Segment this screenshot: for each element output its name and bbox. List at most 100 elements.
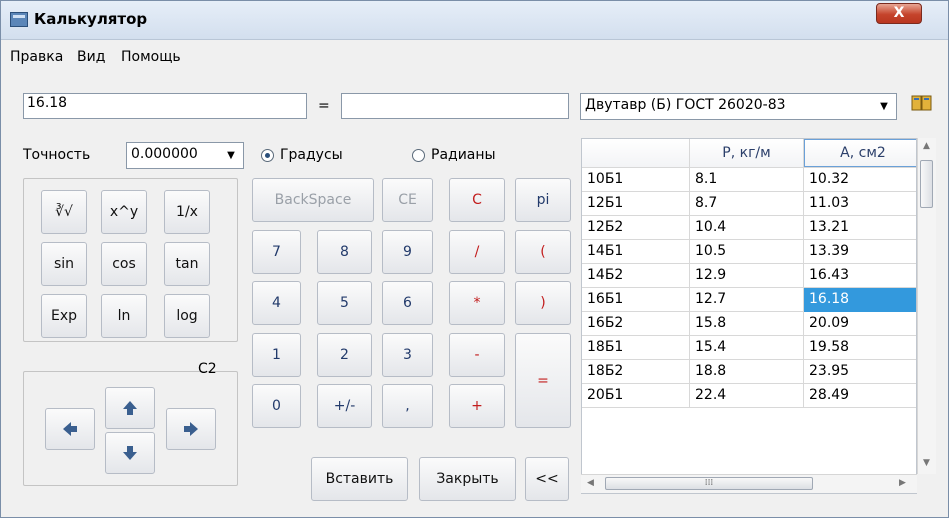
cell-area[interactable]: 11.03 (804, 192, 916, 216)
cell-mass[interactable]: 12.7 (690, 288, 804, 312)
move-down-button[interactable] (105, 432, 155, 474)
cell-mass[interactable]: 22.4 (690, 384, 804, 408)
digit-5-button[interactable]: 5 (317, 281, 372, 325)
clear-button[interactable]: C (449, 178, 505, 222)
column-header-mass[interactable]: P, кг/м (690, 139, 804, 167)
tan-button[interactable]: tan (164, 242, 210, 286)
cell-mass[interactable]: 10.4 (690, 216, 804, 240)
digit-6-button[interactable]: 6 (382, 281, 433, 325)
digit-7-button[interactable]: 7 (252, 230, 301, 274)
table-row[interactable]: 14Б1 10.5 13.39 (582, 240, 916, 264)
collapse-button[interactable]: << (525, 457, 569, 501)
backspace-button[interactable]: BackSpace (252, 178, 374, 222)
cell-profile-name[interactable]: 10Б1 (582, 168, 690, 192)
cell-area[interactable]: 19.58 (804, 336, 916, 360)
scroll-right-icon[interactable]: ▶ (899, 478, 906, 488)
horizontal-scroll-thumb[interactable]: ⁞⁞⁞ (605, 477, 813, 490)
clear-entry-button[interactable]: CE (382, 178, 433, 222)
table-row[interactable]: 18Б1 15.4 19.58 (582, 336, 916, 360)
cell-profile-name[interactable]: 16Б2 (582, 312, 690, 336)
precision-select[interactable]: 0.000000 ▼ (126, 142, 244, 169)
open-paren-button[interactable]: ( (515, 230, 571, 274)
table-row[interactable]: 12Б1 8.7 11.03 (582, 192, 916, 216)
vertical-scroll-thumb[interactable] (920, 160, 933, 208)
scroll-down-icon[interactable]: ▼ (923, 458, 930, 468)
table-row[interactable]: 16Б2 15.8 20.09 (582, 312, 916, 336)
menu-view[interactable]: Вид (77, 49, 105, 65)
cell-area[interactable]: 20.09 (804, 312, 916, 336)
horizontal-scrollbar[interactable]: ◀ ⁞⁞⁞ ▶ (581, 474, 917, 493)
divide-button[interactable]: / (449, 230, 505, 274)
sin-button[interactable]: sin (41, 242, 87, 286)
table-row[interactable]: 20Б1 22.4 28.49 (582, 384, 916, 408)
column-header-name[interactable] (582, 139, 690, 167)
cell-area[interactable]: 23.95 (804, 360, 916, 384)
scroll-up-icon[interactable]: ▲ (923, 141, 930, 151)
digit-3-button[interactable]: 3 (382, 333, 433, 377)
cell-mass[interactable]: 18.8 (690, 360, 804, 384)
close-paren-button[interactable]: ) (515, 281, 571, 325)
result-field[interactable] (341, 93, 569, 119)
table-row[interactable]: 10Б1 8.1 10.32 (582, 168, 916, 192)
exp-button[interactable]: Exp (41, 294, 87, 338)
radio-degrees[interactable]: Градусы (261, 147, 343, 163)
pi-button[interactable]: pi (515, 178, 571, 222)
cell-mass[interactable]: 10.5 (690, 240, 804, 264)
decimal-button[interactable]: , (382, 384, 433, 428)
cell-profile-name[interactable]: 18Б1 (582, 336, 690, 360)
cell-mass[interactable]: 15.8 (690, 312, 804, 336)
cos-button[interactable]: cos (101, 242, 147, 286)
cell-profile-name[interactable]: 20Б1 (582, 384, 690, 408)
digit-1-button[interactable]: 1 (252, 333, 301, 377)
move-up-button[interactable] (105, 387, 155, 429)
cell-area[interactable]: 16.18 (804, 288, 916, 312)
move-left-button[interactable] (45, 408, 95, 450)
cell-profile-name[interactable]: 12Б2 (582, 216, 690, 240)
cell-area[interactable]: 13.21 (804, 216, 916, 240)
plus-button[interactable]: + (449, 384, 505, 428)
log-button[interactable]: log (164, 294, 210, 338)
cell-mass[interactable]: 8.1 (690, 168, 804, 192)
cell-mass[interactable]: 15.4 (690, 336, 804, 360)
table-row[interactable]: 12Б2 10.4 13.21 (582, 216, 916, 240)
radio-radians[interactable]: Радианы (412, 147, 496, 163)
table-row[interactable]: 16Б1 12.7 16.18 (582, 288, 916, 312)
digit-2-button[interactable]: 2 (317, 333, 372, 377)
digit-0-button[interactable]: 0 (252, 384, 301, 428)
column-header-area[interactable]: A, см2 (804, 139, 916, 167)
vertical-scrollbar[interactable]: ▲ ▼ (917, 138, 936, 474)
equals-button[interactable]: = (515, 333, 571, 428)
cell-profile-name[interactable]: 12Б1 (582, 192, 690, 216)
digit-4-button[interactable]: 4 (252, 281, 301, 325)
menu-help[interactable]: Помощь (121, 49, 181, 65)
multiply-button[interactable]: * (449, 281, 505, 325)
cell-mass[interactable]: 12.9 (690, 264, 804, 288)
digit-9-button[interactable]: 9 (382, 230, 433, 274)
cell-profile-name[interactable]: 14Б1 (582, 240, 690, 264)
digit-8-button[interactable]: 8 (317, 230, 372, 274)
close-window-button[interactable]: X (876, 3, 922, 24)
cell-area[interactable]: 16.43 (804, 264, 916, 288)
cell-area[interactable]: 28.49 (804, 384, 916, 408)
power-button[interactable]: x^y (101, 190, 147, 234)
profile-select[interactable]: Двутавр (Б) ГОСТ 26020-83 ▼ (580, 93, 897, 120)
cell-profile-name[interactable]: 18Б2 (582, 360, 690, 384)
cell-area[interactable]: 13.39 (804, 240, 916, 264)
cube-root-button[interactable]: ∛√ (41, 190, 87, 234)
ln-button[interactable]: ln (101, 294, 147, 338)
book-icon[interactable] (910, 93, 934, 113)
cell-profile-name[interactable]: 16Б1 (582, 288, 690, 312)
move-right-button[interactable] (166, 408, 216, 450)
negate-button[interactable]: +/- (317, 384, 372, 428)
menu-edit[interactable]: Правка (10, 49, 63, 65)
insert-button[interactable]: Вставить (311, 457, 408, 501)
cell-area[interactable]: 10.32 (804, 168, 916, 192)
close-button[interactable]: Закрыть (419, 457, 516, 501)
expression-input[interactable]: 16.18 (23, 93, 307, 119)
table-row[interactable]: 14Б2 12.9 16.43 (582, 264, 916, 288)
scroll-left-icon[interactable]: ◀ (587, 478, 594, 488)
minus-button[interactable]: - (449, 333, 505, 377)
table-row[interactable]: 18Б2 18.8 23.95 (582, 360, 916, 384)
reciprocal-button[interactable]: 1/x (164, 190, 210, 234)
cell-mass[interactable]: 8.7 (690, 192, 804, 216)
